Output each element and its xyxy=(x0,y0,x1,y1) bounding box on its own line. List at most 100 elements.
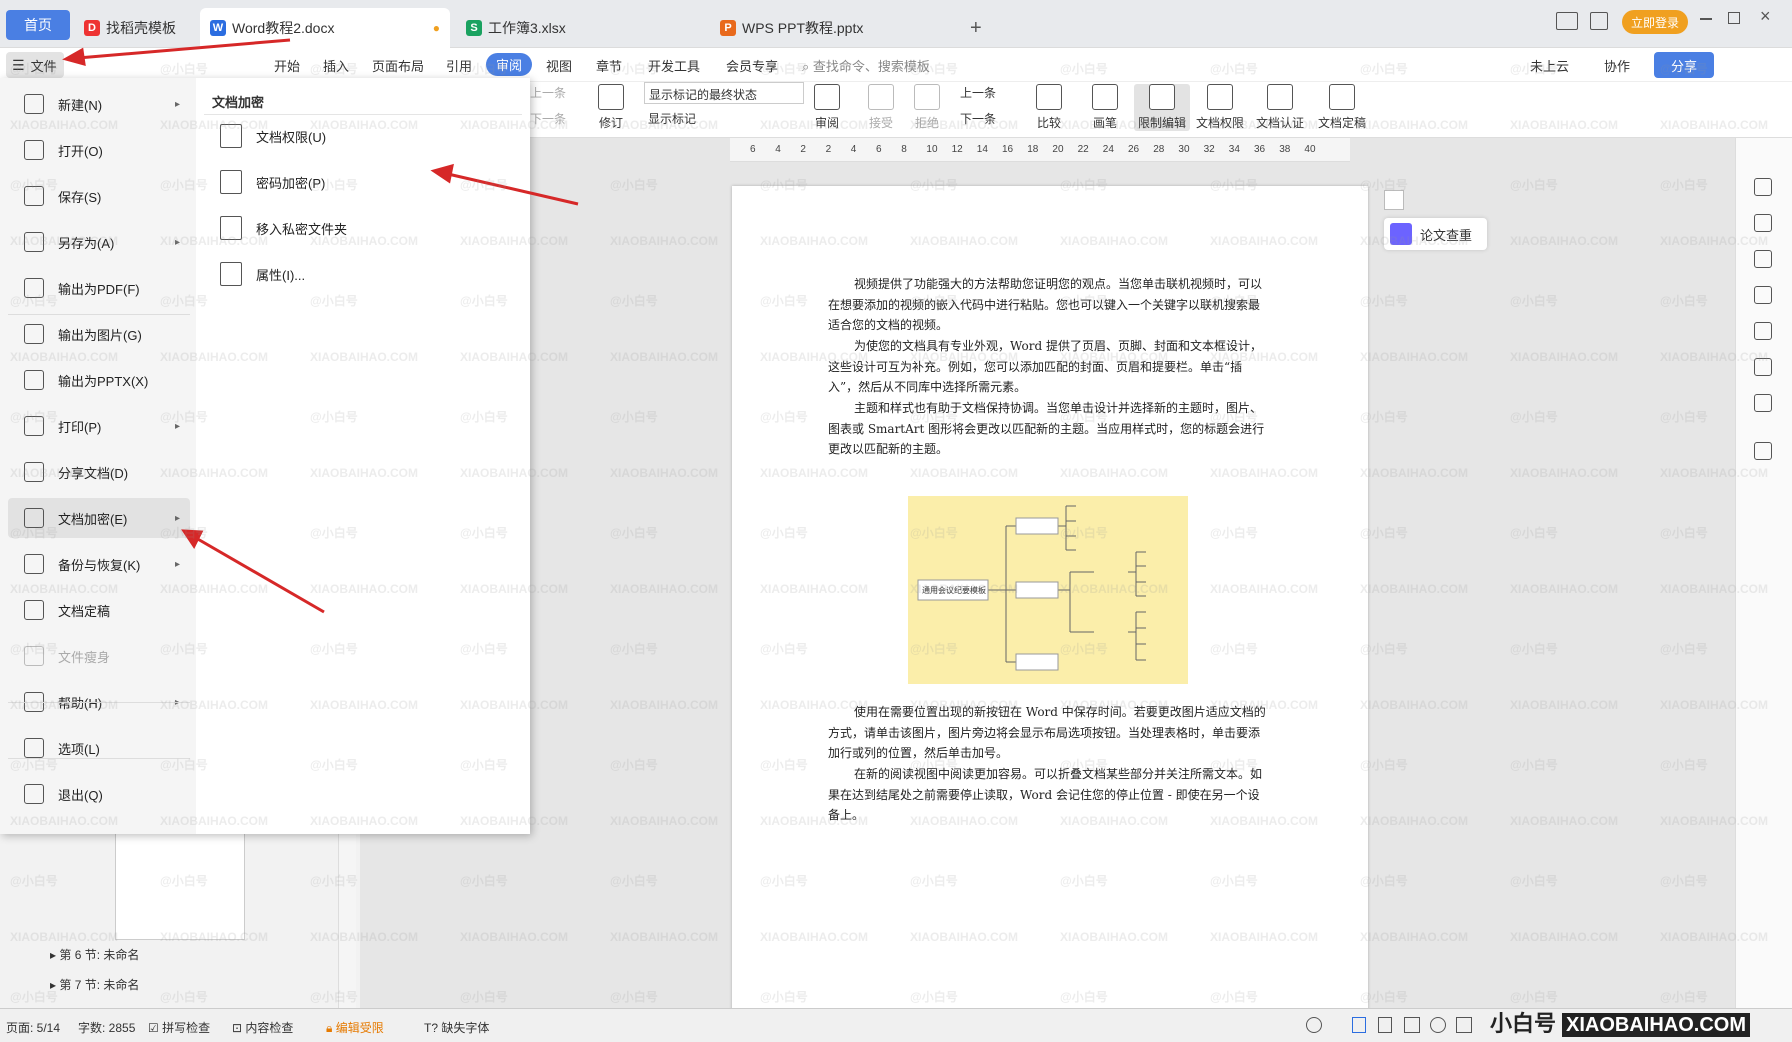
menu-layout[interactable]: 页面布局 xyxy=(372,56,424,75)
markup-select[interactable]: 显示标记的最终状态 xyxy=(644,82,804,104)
file-menu-save-as[interactable]: 另存为(A) ▸ xyxy=(8,222,190,262)
paragraph-1: 视频提供了功能强大的方法帮助您证明您的观点。当您单击联机视频时，可以在想要添加的… xyxy=(828,277,1263,332)
export-pdf-icon xyxy=(24,278,44,298)
reject-icon xyxy=(914,84,940,110)
word-count[interactable]: 字数: 2855 xyxy=(78,1019,135,1036)
paper-check-button[interactable]: 论文查重 xyxy=(1384,218,1487,250)
eye-icon[interactable] xyxy=(1306,1017,1322,1033)
tab-home[interactable]: 首页 xyxy=(6,10,70,40)
file-menu-options[interactable]: 选项(L) xyxy=(8,728,190,768)
read-view-icon[interactable] xyxy=(1404,1017,1420,1033)
doc-auth-button[interactable]: 文档认证 xyxy=(1256,84,1304,131)
private-folder-icon xyxy=(220,216,242,240)
label: 输出为图片(G) xyxy=(58,327,142,343)
compare-button[interactable]: 比较 xyxy=(1036,84,1062,131)
tab-excel[interactable]: S 工作簿3.xlsx xyxy=(456,8,706,48)
mindmap-image[interactable]: 通用会议纪要模板 xyxy=(908,496,1188,684)
pen-button[interactable]: 画笔 xyxy=(1092,84,1118,131)
review-pane-button[interactable]: 审阅 xyxy=(814,84,840,131)
lock-icon[interactable] xyxy=(1754,442,1772,460)
doc-permission-button[interactable]: 文档权限 xyxy=(1196,84,1244,131)
content-check-icon: ⊡ xyxy=(232,1021,246,1035)
share-button[interactable]: 分享 xyxy=(1654,52,1714,78)
nav-section-7[interactable]: ▸ 第 7 节: 未命名 xyxy=(50,976,139,993)
new-tab-button[interactable]: + xyxy=(960,8,992,48)
location-icon[interactable] xyxy=(1754,358,1772,376)
file-menu-exit[interactable]: 退出(Q) xyxy=(8,774,190,814)
close-icon[interactable]: × xyxy=(1760,6,1771,27)
label: 打印(P) xyxy=(58,419,102,435)
file-menu-save[interactable]: 保存(S) xyxy=(8,176,190,216)
private-folder-item[interactable]: 移入私密文件夹 xyxy=(220,216,347,240)
menu-review[interactable]: 审阅 xyxy=(486,53,533,76)
apps-grid-icon[interactable] xyxy=(1590,12,1608,30)
collapse-panel-icon[interactable] xyxy=(1384,190,1404,210)
file-menu-label: 文件 xyxy=(30,58,57,74)
menu-member[interactable]: 会员专享 xyxy=(726,56,778,75)
backup-restore-icon xyxy=(24,554,44,574)
file-menu-export-pptx[interactable]: 输出为PPTX(X) xyxy=(8,360,190,400)
pencil-icon[interactable] xyxy=(1754,214,1772,232)
edit-restricted[interactable]: 🔒︎ 编辑受限 xyxy=(326,1019,384,1036)
file-menu-export-image[interactable]: 输出为图片(G) xyxy=(8,314,190,354)
outline-view-icon[interactable] xyxy=(1378,1017,1392,1033)
tab-ppt[interactable]: P WPS PPT教程.pptx xyxy=(710,8,960,48)
file-menu-button[interactable]: ☰ 文件 xyxy=(6,52,64,78)
file-menu-export-pdf[interactable]: 输出为PDF(F) xyxy=(8,268,190,308)
page-view-icon[interactable] xyxy=(1352,1017,1366,1033)
password-encrypt-item[interactable]: 密码加密(P) xyxy=(220,170,325,194)
cloud-status[interactable]: 未上云 xyxy=(1530,56,1569,75)
command-search[interactable]: ⌕ 查找命令、搜索模板 xyxy=(802,56,930,75)
mindmap-root-label: 通用会议纪要模板 xyxy=(922,586,986,595)
file-menu-share-doc[interactable]: 分享文档(D) xyxy=(8,452,190,492)
ruler-tick: 2 xyxy=(825,144,832,155)
sliders-icon[interactable] xyxy=(1754,286,1772,304)
maximize-icon[interactable] xyxy=(1728,12,1740,24)
cursor-icon[interactable] xyxy=(1754,250,1772,268)
pen-mode-icon[interactable] xyxy=(1456,1017,1472,1033)
login-button[interactable]: 立即登录 xyxy=(1622,10,1688,34)
pin-icon[interactable] xyxy=(1754,178,1772,196)
spell-check[interactable]: ☑ 拼写检查 xyxy=(148,1019,210,1036)
file-menu-backup-restore[interactable]: 备份与恢复(K) ▸ xyxy=(8,544,190,584)
file-menu-doc-encrypt[interactable]: 文档加密(E) ▸ xyxy=(8,498,190,538)
menu-start[interactable]: 开始 xyxy=(274,56,300,75)
web-view-icon[interactable] xyxy=(1430,1017,1446,1033)
tab-word-doc[interactable]: W Word教程2.docx ● xyxy=(200,8,450,48)
book-icon[interactable] xyxy=(1754,394,1772,412)
file-menu-print[interactable]: 打印(P) ▸ xyxy=(8,406,190,446)
file-menu-file-slim[interactable]: 文件瘦身 xyxy=(8,636,190,676)
tab-templates[interactable]: D 找稻壳模板 xyxy=(74,8,194,48)
menu-reference[interactable]: 引用 xyxy=(446,56,472,75)
restrict-edit-button[interactable]: 限制编辑 xyxy=(1134,84,1191,131)
export-pptx-icon xyxy=(24,370,44,390)
image-settings-icon[interactable] xyxy=(1754,322,1772,340)
doc-permission-item[interactable]: 文档权限(U) xyxy=(220,124,326,148)
show-marks-button[interactable]: 显示标记 xyxy=(648,110,696,127)
label: 文档认证 xyxy=(1256,116,1305,130)
menu-chapter[interactable]: 章节 xyxy=(596,56,622,75)
nav-section-6[interactable]: ▸ 第 6 节: 未命名 xyxy=(50,946,139,963)
track-changes-button[interactable]: 修订 xyxy=(598,84,624,131)
prev-change[interactable]: 上一条 xyxy=(960,84,996,101)
horizontal-ruler[interactable]: 6 4 2 2 4 6 8 10 12 14 16 18 20 22 24 26 28 30 32 34 36 38 40 xyxy=(730,138,1350,162)
collab-button[interactable]: 协作 xyxy=(1604,56,1630,75)
menu-devtools[interactable]: 开发工具 xyxy=(648,56,700,75)
layout-icon[interactable] xyxy=(1556,12,1578,30)
menu-view[interactable]: 视图 xyxy=(546,56,572,75)
accept-button[interactable]: 接受 xyxy=(868,84,894,131)
missing-font[interactable]: T? 缺失字体 xyxy=(424,1019,489,1036)
page-indicator[interactable]: 页面: 5/14 xyxy=(6,1019,60,1036)
ruler-tick: 40 xyxy=(1304,144,1316,155)
reject-button[interactable]: 拒绝 xyxy=(914,84,940,131)
next-change[interactable]: 下一条 xyxy=(960,110,996,127)
properties-item[interactable]: 属性(I)... xyxy=(220,262,305,286)
menu-insert[interactable]: 插入 xyxy=(323,56,349,75)
file-menu-doc-final[interactable]: 文档定稿 xyxy=(8,590,190,630)
minimize-icon[interactable] xyxy=(1700,18,1712,20)
file-menu-new[interactable]: 新建(N) ▸ xyxy=(8,84,190,124)
file-menu-open[interactable]: 打开(O) xyxy=(8,130,190,170)
doc-final-button[interactable]: 文档定稿 xyxy=(1318,84,1366,131)
page-thumbnail[interactable] xyxy=(115,825,245,940)
content-check[interactable]: ⊡ 内容检查 xyxy=(232,1019,293,1036)
